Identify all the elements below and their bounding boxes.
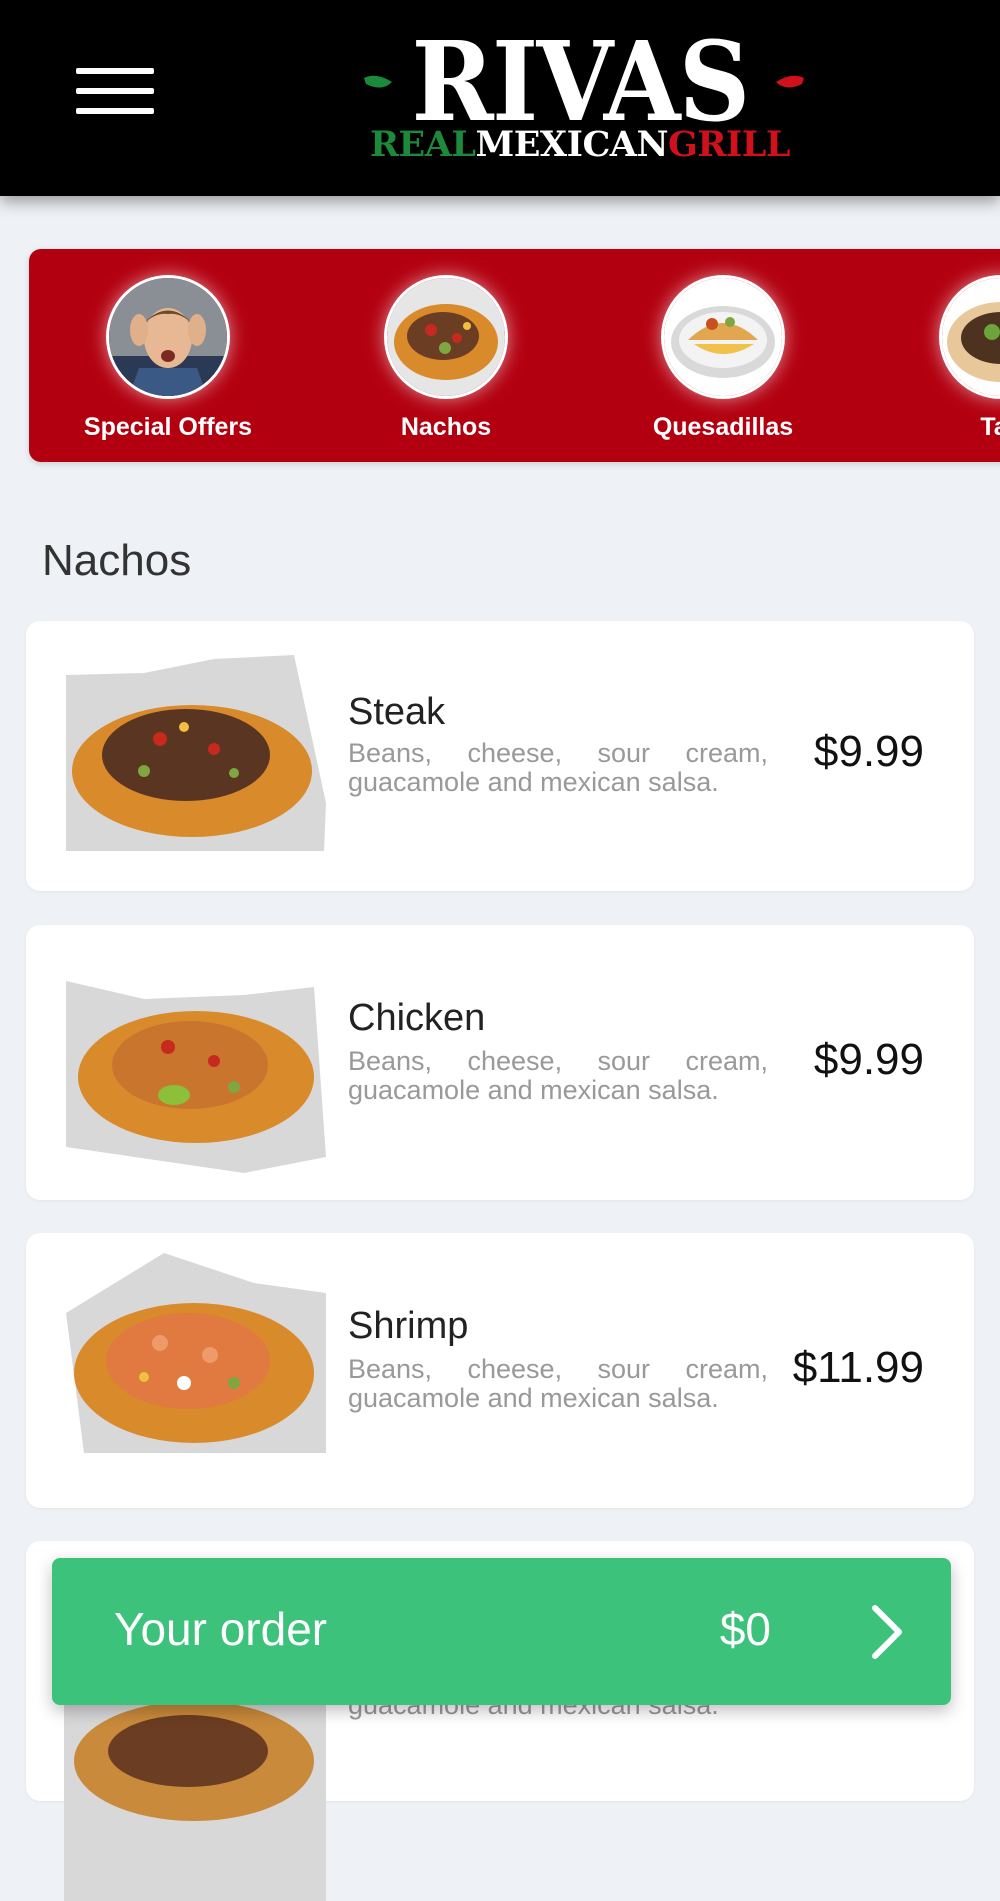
- surprised-man-image: [109, 278, 227, 396]
- item-description: Beans, cheese, sour cream, guacamole and…: [348, 1046, 768, 1105]
- item-name: Steak: [348, 691, 446, 733]
- nachos-image: [64, 1701, 326, 1901]
- item-price: $11.99: [792, 1343, 924, 1392]
- category-label: Quesadillas: [652, 413, 794, 441]
- category-label: Tac: [980, 413, 1000, 441]
- pepper-icon: [776, 75, 804, 88]
- section-title: Nachos: [42, 536, 192, 585]
- item-name: Shrimp: [348, 1305, 469, 1347]
- logo-sub-green: REAL: [369, 124, 476, 165]
- menu-line: [76, 68, 154, 74]
- item-description: Beans, cheese, sour cream, guacamole and…: [348, 1354, 768, 1413]
- category-label: Nachos: [400, 413, 492, 441]
- tacos-image: [942, 278, 1000, 396]
- rivas-logo[interactable]: RIVAS REALMEXICANGRILL: [340, 17, 820, 168]
- order-label: Your order: [114, 1603, 328, 1655]
- category-label: Special Offers: [83, 413, 253, 441]
- logo-main-text: RIVAS: [411, 17, 750, 146]
- app-header: RIVAS REALMEXICANGRILL: [0, 0, 1000, 196]
- chicken-nachos-image: [66, 981, 326, 1173]
- menu-item-card[interactable]: Steak Beans, cheese, sour cream, guacamo…: [26, 621, 974, 891]
- quesadilla-image: [664, 278, 782, 396]
- category-thumbnail: [939, 275, 1000, 399]
- menu-line: [76, 108, 154, 114]
- your-order-button[interactable]: Your order $0: [52, 1558, 951, 1705]
- category-nachos[interactable]: Nachos: [346, 275, 546, 442]
- category-strip: Special Offers Nachos Quesadillas T: [29, 249, 1000, 462]
- item-description: Beans, cheese, sour cream, guacamole and…: [348, 738, 768, 797]
- logo-sub-white: MEXICAN: [475, 124, 669, 165]
- shrimp-nachos-image: [66, 1253, 326, 1453]
- category-thumbnail: [661, 275, 785, 399]
- order-total: $0: [719, 1603, 771, 1655]
- category-special-offers[interactable]: Special Offers: [68, 275, 268, 442]
- item-name: Chicken: [348, 997, 486, 1039]
- chevron-right-icon: [872, 1605, 902, 1659]
- logo-sub-text: REALMEXICANGRILL: [340, 126, 820, 164]
- category-quesadillas[interactable]: Quesadillas: [623, 275, 823, 442]
- item-price: $9.99: [813, 1035, 924, 1084]
- category-tacos[interactable]: Tac: [901, 275, 1000, 442]
- item-price: $9.99: [813, 727, 924, 776]
- menu-item-card[interactable]: Chicken Beans, cheese, sour cream, guaca…: [26, 925, 974, 1200]
- category-thumbnail: [384, 275, 508, 399]
- category-thumbnail: [106, 275, 230, 399]
- nachos-image: [387, 278, 505, 396]
- logo-sub-red: GRILL: [667, 124, 791, 165]
- steak-nachos-image: [66, 655, 326, 851]
- menu-item-card[interactable]: Shrimp Beans, cheese, sour cream, guacam…: [26, 1233, 974, 1508]
- menu-line: [76, 88, 154, 94]
- hamburger-menu-icon[interactable]: [76, 66, 156, 118]
